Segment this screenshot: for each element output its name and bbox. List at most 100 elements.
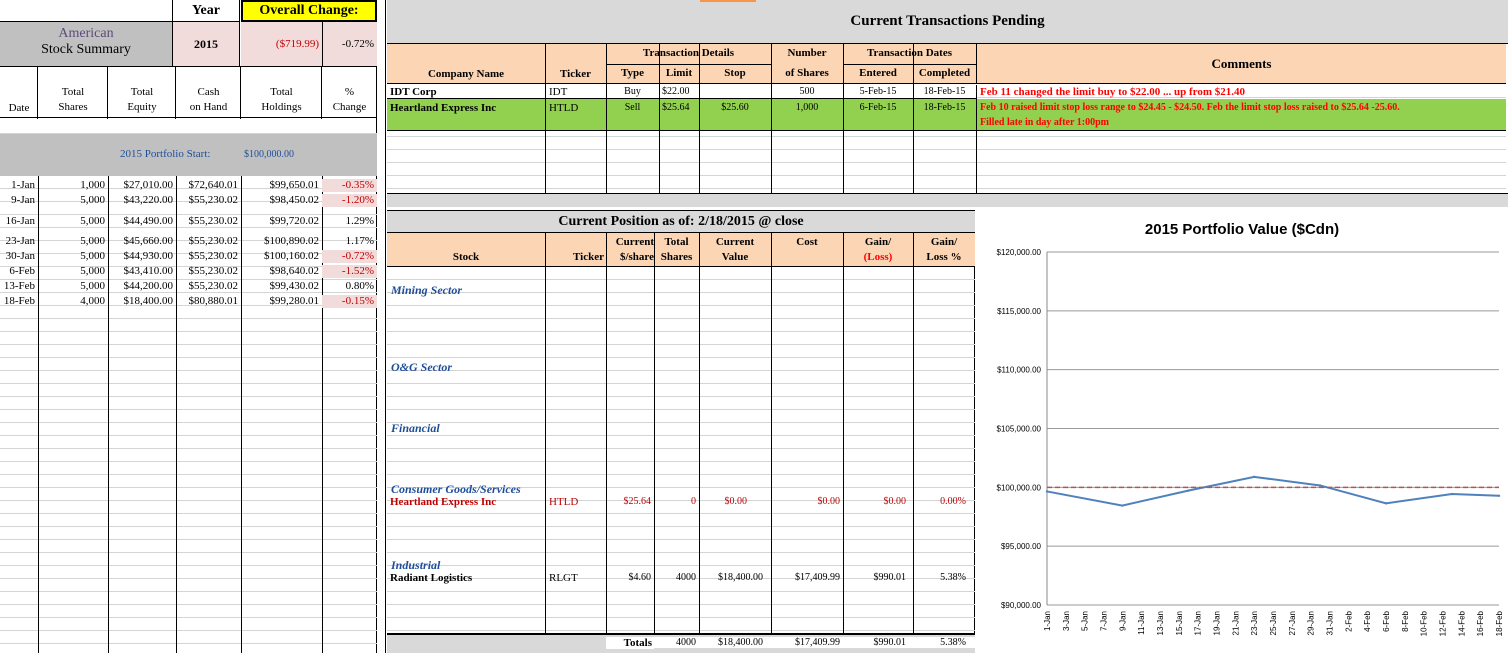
x-tick-label: 29-Jan (1307, 611, 1316, 635)
x-tick-label: 7-Jan (1100, 611, 1109, 631)
h1-gain: $0.00 (883, 496, 907, 507)
totals-cost: $17,409.99 (771, 637, 843, 648)
x-tick-label: 4-Feb (1363, 610, 1372, 631)
x-tick-label: 25-Jan (1269, 611, 1278, 635)
stock-summary-panel: American Stock Summary Year 2015 Overall… (0, 0, 377, 653)
summary-cell-cash: $55,230.02 (188, 250, 239, 262)
summary-cell-equity: $44,200.00 (123, 280, 174, 292)
chart-title: 2015 Portfolio Value ($Cdn) (1145, 221, 1339, 238)
sector-financial: Financial (391, 421, 440, 435)
summary-cell-holdings: $98,640.02 (269, 265, 320, 277)
header-stop: Stop (724, 67, 746, 79)
data-point (1187, 489, 1190, 492)
header-transaction-dates: Transaction Dates (866, 47, 953, 59)
summary-cell-shares: 4,000 (80, 295, 105, 307)
summary-cell-cash: $72,640.01 (188, 179, 239, 191)
h1-stock: Heartland Express Inc (390, 496, 497, 508)
summary-cell-equity: $43,410.00 (123, 265, 174, 277)
header-equity-1: Total (130, 86, 154, 98)
header-shares-1: Total (61, 86, 85, 98)
h2-gain: $990.01 (873, 572, 907, 583)
summary-cell-pct: -0.15% (322, 295, 377, 308)
x-tick-label: 3-Jan (1062, 611, 1071, 631)
summary-header-row: Date Total Shares Total Equity Cash on H… (0, 66, 377, 119)
header-cash-1: Cash (197, 86, 220, 98)
summary-row[interactable]: 1-Jan 1,000 $27,010.00 $72,640.01 $99,650.01… (0, 179, 377, 192)
pos-header-gainpct-2: Loss % (926, 251, 962, 263)
summary-cell-date: 1-Jan (11, 179, 35, 191)
pos-header-gain-2: (Loss) (863, 251, 893, 263)
summary-title-line1: American (58, 26, 114, 41)
summary-row[interactable]: 16-Jan 5,000 $44,490.00 $55,230.02 $99,720.0… (0, 215, 377, 228)
portfolio-start-band: 2015 Portfolio Start: $100,000.00 (0, 134, 377, 176)
pos-header-gainpct-1: Gain/ (930, 236, 958, 248)
h1-gain-pct: 0.00% (940, 496, 966, 507)
summary-cell-date: 23-Jan (5, 235, 35, 247)
summary-cell-holdings: $100,890.02 (264, 235, 319, 247)
summary-cell-date: 30-Jan (5, 250, 35, 262)
table-row[interactable]: Radiant Logistics RLGT $4.60 4000 $18,40… (387, 572, 975, 586)
h2-ticker: RLGT (549, 572, 578, 584)
summary-cell-pct: 0.80% (345, 280, 374, 292)
x-tick-label: 12-Feb (1439, 610, 1448, 636)
header-shares-col: Total Shares (38, 67, 108, 119)
overall-change-pct[interactable]: -0.72% (322, 22, 377, 66)
pos-header-value-1: Current (715, 236, 755, 248)
summary-cell-equity: $45,660.00 (123, 235, 174, 247)
t1-ticker: IDT (549, 86, 568, 98)
t2-limit: $25.64 (662, 102, 690, 113)
summary-cell-cash: $55,230.02 (188, 235, 239, 247)
y-tick-label: $90,000.00 (1001, 601, 1042, 610)
summary-row[interactable]: 13-Feb 5,000 $44,200.00 $55,230.02 $99,430.0… (0, 280, 377, 293)
t1-comment: Feb 11 changed the limit buy to $22.00 .… (980, 86, 1246, 98)
summary-cell-equity: $43,220.00 (123, 194, 174, 206)
y-tick-label: $110,000.00 (997, 366, 1041, 375)
year-value[interactable]: 2015 (172, 22, 240, 66)
t2-type: Sell (624, 102, 641, 113)
header-equity-2: Equity (127, 101, 157, 113)
x-tick-label: 10-Feb (1420, 610, 1429, 636)
table-row[interactable]: Heartland Express Inc HTLD $25.64 0 $0.0… (387, 496, 975, 510)
t2-stop: $25.60 (721, 102, 749, 113)
t1-company: IDT Corp (390, 86, 437, 98)
summary-cell-date: 13-Feb (3, 280, 35, 292)
data-point (1450, 492, 1454, 496)
x-tick-label: 2-Feb (1344, 610, 1353, 631)
summary-row[interactable]: 30-Jan 5,000 $44,930.00 $55,230.02 $100,160.… (0, 250, 377, 263)
y-tick-label: $105,000.00 (997, 425, 1042, 434)
data-point (1045, 490, 1049, 493)
sector-oag: O&G Sector (391, 360, 452, 374)
summary-cell-pct: 1.17% (345, 235, 374, 247)
summary-blank-row (0, 118, 377, 134)
x-tick-label: 16-Feb (1476, 610, 1485, 636)
summary-row[interactable]: 18-Feb 4,000 $18,400.00 $80,880.01 $99,280.0… (0, 295, 377, 308)
pos-header-current-1: Current (615, 236, 654, 248)
summary-row[interactable]: 23-Jan 5,000 $45,660.00 $55,230.02 $100,890.… (0, 235, 377, 248)
h1-value: $0.00 (724, 496, 748, 507)
t2-comment-line2: Filled late in day after 1:00pm (980, 117, 1109, 128)
pos-header-total-2: Shares (660, 251, 693, 263)
header-number-1: Number (787, 47, 827, 59)
transactions-title: Current Transactions Pending (850, 13, 1045, 29)
sector-consumer: Consumer Goods/Services (391, 482, 521, 496)
summary-cell-shares: 5,000 (80, 235, 105, 247)
overall-change-value[interactable]: ($719.99) (241, 22, 322, 66)
pos-header-value-2: Value (721, 251, 749, 263)
comments-header: Comments (976, 44, 1506, 84)
header-holdings-2: Holdings (261, 101, 302, 113)
transactions-footer-band (387, 193, 1508, 207)
sector-industrial: Industrial (391, 558, 441, 572)
position-col-lines (387, 210, 975, 653)
summary-row[interactable]: 9-Jan 5,000 $43,220.00 $55,230.02 $98,450.02… (0, 194, 377, 207)
summary-cell-holdings: $100,160.02 (264, 250, 319, 262)
y-tick-label: $115,000.00 (997, 307, 1041, 316)
summary-cell-equity: $44,490.00 (123, 215, 174, 227)
summary-cell-holdings: $98,450.02 (269, 194, 320, 206)
header-limit: Limit (665, 67, 693, 79)
chart-svg: 2015 Portfolio Value ($Cdn) $120,000.00 $1… (997, 221, 1505, 636)
summary-cell-date: 9-Jan (11, 194, 35, 206)
summary-row[interactable]: 6-Feb 5,000 $43,410.00 $55,230.02 $98,640.02… (0, 265, 377, 278)
summary-cell-shares: 5,000 (80, 265, 105, 277)
summary-cell-cash: $55,230.02 (188, 194, 239, 206)
header-holdings-1: Total (270, 86, 293, 98)
